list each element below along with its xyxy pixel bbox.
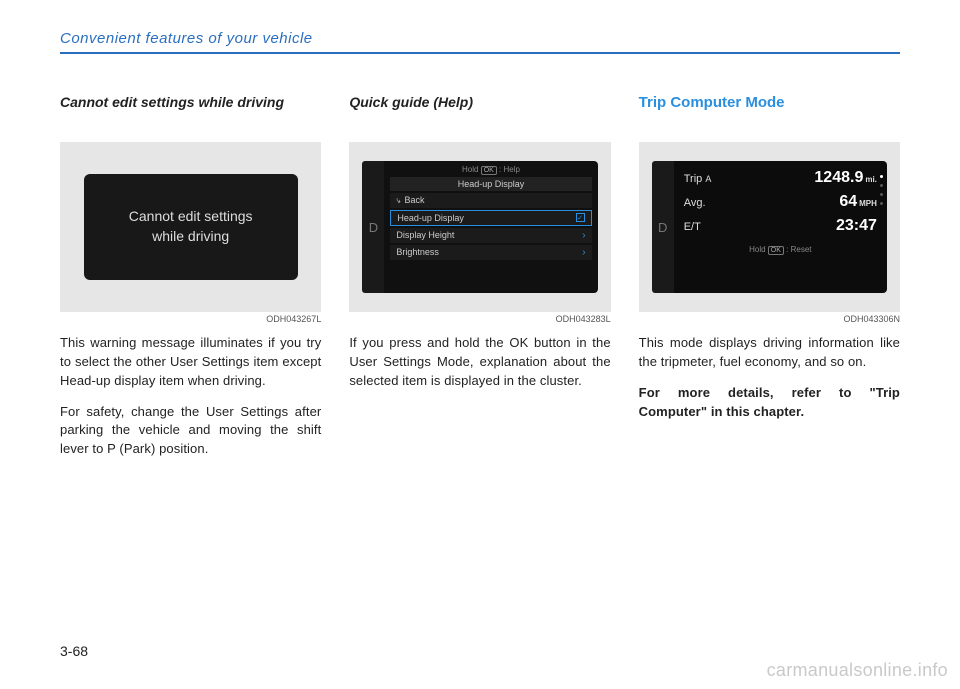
avg-label: Avg. (684, 197, 706, 209)
display-height-label: Display Height (396, 230, 454, 240)
warning-screen: Cannot edit settings while driving (84, 174, 298, 279)
column-3: Trip Computer Mode D Trip A (639, 94, 900, 471)
column-2: Quick guide (Help) D Hold OK : Help Head… (349, 94, 610, 471)
trip-row: Trip A 1248.9mi. (684, 169, 877, 187)
col3-heading: Trip Computer Mode (639, 94, 900, 130)
ok-button-icon: OK (481, 166, 497, 175)
page-header: Convenient features of your vehicle (60, 30, 900, 54)
page-dots-icon (880, 175, 883, 205)
menu-screen: Hold OK : Help Head-up Display ⤶Back Hea… (384, 161, 597, 294)
warning-line2: while driving (129, 227, 253, 247)
brightness-label: Brightness (396, 247, 439, 257)
avg-value: 64 (839, 193, 857, 210)
col2-figure: D Hold OK : Help Head-up Display ⤶Back (349, 142, 610, 312)
gear-indicator: D (652, 161, 674, 294)
back-label: Back (404, 195, 424, 205)
watermark: carmanualsonline.info (767, 660, 948, 681)
help-label: : Help (499, 165, 520, 174)
chevron-right-icon: › (582, 230, 585, 241)
avg-unit: MPH (859, 199, 877, 208)
col1-paragraph-2: For safety, change the User Settings aft… (60, 403, 321, 460)
hold-label: Hold (749, 245, 765, 254)
menu-row-brightness: Brightness › (390, 245, 591, 260)
et-row: E/T 23:47 (684, 217, 877, 235)
ok-button-icon: OK (768, 246, 784, 255)
et-label: E/T (684, 221, 701, 233)
menu-row-back: ⤶Back (390, 193, 591, 208)
trip-unit: mi. (865, 175, 877, 184)
page-header-text: Convenient features of your vehicle (60, 30, 313, 47)
menu-row-height: Display Height › (390, 228, 591, 243)
menu-row-hud: Head-up Display ✓ (390, 210, 591, 226)
content-columns: Cannot edit settings while driving Canno… (60, 94, 900, 471)
menu-title: Head-up Display (390, 177, 591, 191)
trip-value: 1248.9 (814, 169, 863, 186)
hold-reset-hint: Hold OK : Reset (684, 245, 877, 255)
col3-figure-caption: ODH043306N (639, 314, 900, 324)
checkbox-icon: ✓ (576, 213, 585, 222)
col3-figure: D Trip A 1248.9mi. (639, 142, 900, 312)
reset-label: : Reset (786, 245, 811, 254)
warning-line1: Cannot edit settings (129, 207, 253, 227)
col2-paragraph-1: If you press and hold the OK button in t… (349, 334, 610, 391)
manual-page: Convenient features of your vehicle Cann… (0, 0, 960, 689)
gear-indicator: D (362, 161, 384, 294)
trip-screen: Trip A 1248.9mi. Avg. 64MPH (674, 161, 887, 294)
page-number: 3-68 (60, 643, 88, 659)
back-arrow-icon: ⤶ (395, 194, 404, 206)
trip-label: Trip (684, 173, 703, 185)
menu-screen-wrap: D Hold OK : Help Head-up Display ⤶Back (362, 161, 597, 294)
col2-heading: Quick guide (Help) (349, 94, 610, 130)
col3-paragraph-1: This mode displays driving information l… (639, 334, 900, 372)
hold-help-hint: Hold OK : Help (390, 165, 591, 175)
col3-paragraph-2: For more details, refer to "Trip Compute… (639, 384, 900, 422)
col2-figure-caption: ODH043283L (349, 314, 610, 324)
avg-row: Avg. 64MPH (684, 193, 877, 211)
col1-heading: Cannot edit settings while driving (60, 94, 321, 130)
hud-label: Head-up Display (397, 213, 464, 223)
col1-paragraph-1: This warning message illuminates if you … (60, 334, 321, 391)
trip-sub: A (705, 174, 711, 184)
col1-figure: Cannot edit settings while driving (60, 142, 321, 312)
et-value: 23:47 (836, 217, 877, 235)
column-1: Cannot edit settings while driving Canno… (60, 94, 321, 471)
col1-figure-caption: ODH043267L (60, 314, 321, 324)
hold-label: Hold (462, 165, 478, 174)
trip-screen-wrap: D Trip A 1248.9mi. (652, 161, 887, 294)
chevron-right-icon: › (582, 247, 585, 258)
